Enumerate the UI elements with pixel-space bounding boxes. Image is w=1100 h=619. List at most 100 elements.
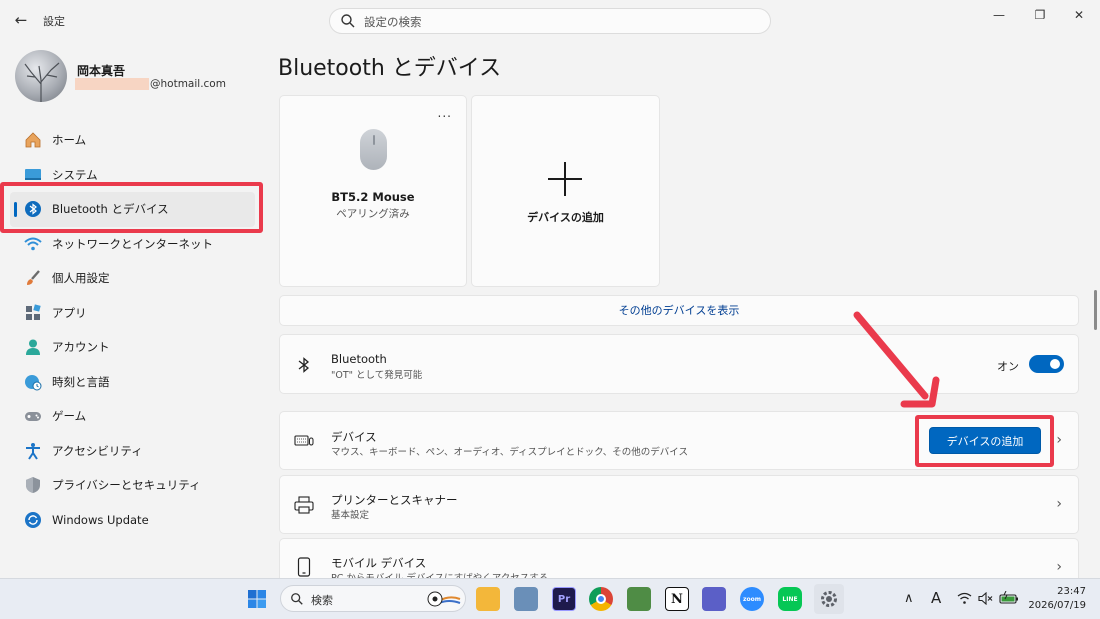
printers-row-subtitle: 基本設定 [331,510,370,521]
bluetooth-row-title: Bluetooth [331,352,387,366]
sidebar-item-label: システム [52,167,98,182]
minimize-button[interactable]: — [985,6,1013,24]
mouse-icon [360,129,387,170]
app-title: 設定 [43,15,65,28]
volume-muted-icon[interactable] [978,592,993,605]
apps-icon [23,303,43,323]
sidebar-item-label: 時刻と言語 [52,374,110,389]
sidebar-item-gaming[interactable]: ゲーム [10,399,255,434]
sidebar-item-label: Windows Update [52,512,149,527]
device-status: ペアリング済み [336,208,410,220]
annotation-highlight-sidebar [0,182,263,233]
device-card-mouse[interactable]: ... BT5.2 Mouse ペアリング済み [279,95,467,287]
close-button[interactable]: ✕ [1065,6,1093,24]
sidebar-item-label: 個人用設定 [52,271,110,286]
sidebar-item-label: プライバシーとセキュリティ [52,478,201,493]
printers-row-title: プリンターとスキャナー [331,493,458,507]
taskbar: 検索 Pr N zoom LINE ∧ A 23:47 2026/07/19 [0,578,1100,619]
printer-icon [294,495,314,515]
add-device-card-label: デバイスの追加 [527,211,604,224]
chrome-icon[interactable] [589,587,613,611]
brush-icon [23,268,43,288]
taskbar-search-label: 検索 [311,594,333,607]
title-bar: ← 設定 — ❐ ✕ [0,0,1100,40]
printers-setting-row[interactable]: プリンターとスキャナー 基本設定 › [279,475,1079,534]
sidebar-item-windows-update[interactable]: Windows Update [10,503,255,538]
chevron-right-icon: › [1056,559,1062,575]
devices-row-title: デバイス [331,430,377,444]
sidebar-item-apps[interactable]: アプリ [10,296,255,331]
accessibility-icon [23,441,43,461]
soccer-ball-icon [427,591,461,607]
page-title: Bluetooth とデバイス [278,56,502,81]
scrollbar-thumb[interactable] [1094,290,1097,330]
sidebar-item-label: アクセシビリティ [52,443,143,458]
sidebar-item-personalization[interactable]: 個人用設定 [10,261,255,296]
line-icon[interactable]: LINE [778,587,802,611]
sidebar-item-label: ゲーム [52,409,87,424]
sidebar-item-label: アプリ [52,305,87,320]
ime-indicator-icon[interactable]: A [931,589,941,607]
mobile-row-title: モバイル デバイス [331,556,427,570]
account-icon [23,337,43,357]
shield-icon [23,475,43,495]
network-icon [23,234,43,254]
phone-icon [294,557,314,577]
back-button[interactable]: ← [10,10,32,30]
home-icon [23,130,43,150]
globe-clock-icon [23,372,43,392]
sidebar-item-time-language[interactable]: 時刻と言語 [10,365,255,400]
tree-photo-icon [24,62,60,102]
sidebar-item-home[interactable]: ホーム [10,123,255,158]
sidebar-item-accounts[interactable]: アカウント [10,330,255,365]
bluetooth-setting-row: Bluetooth "OT" として発見可能 オン [279,334,1079,394]
keyboard-mouse-icon [294,431,314,451]
add-device-card[interactable]: デバイスの追加 [471,95,660,287]
email-redaction [75,78,149,90]
sidebar-item-accessibility[interactable]: アクセシビリティ [10,434,255,469]
maximize-button[interactable]: ❐ [1026,6,1054,24]
clock-date[interactable]: 2026/07/19 [1028,600,1086,611]
settings-search-input[interactable] [364,13,754,31]
photos-icon[interactable] [514,587,538,611]
annotation-arrow-icon [853,311,940,408]
devices-row-subtitle: マウス、キーボード、ペン、オーディオ、ディスプレイとドック、その他のデバイス [331,447,689,458]
chevron-right-icon: › [1056,496,1062,512]
sidebar-item-label: アカウント [52,340,110,355]
search-icon [291,593,303,605]
update-icon [23,510,43,530]
file-explorer-icon[interactable] [476,587,500,611]
clock-time[interactable]: 23:47 [1057,586,1086,597]
wifi-icon[interactable] [957,592,972,605]
sidebar-item-label: ホーム [52,133,87,148]
zoom-icon[interactable]: zoom [740,587,764,611]
toggle-state-label: オン [997,360,1019,373]
bluetooth-icon [294,355,314,375]
notion-icon[interactable]: N [665,587,689,611]
avatar[interactable] [15,50,67,102]
plus-icon [548,162,582,196]
mobile-devices-setting-row[interactable]: モバイル デバイス PC からモバイル デバイスにすばやくアクセスする › [279,538,1079,580]
profile-email: @hotmail.com [150,78,226,90]
taskbar-search[interactable]: 検索 [280,585,466,612]
device-name: BT5.2 Mouse [331,190,415,204]
sidebar-item-privacy-security[interactable]: プライバシーとセキュリティ [10,468,255,503]
more-options-icon[interactable]: ... [438,106,452,120]
view-more-devices-button[interactable]: その他のデバイスを表示 [279,295,1079,326]
premiere-pro-icon[interactable]: Pr [552,587,576,611]
sidebar-item-label: ネットワークとインターネット [52,236,213,251]
bluetooth-row-subtitle: "OT" として発見可能 [331,370,423,381]
teams-icon[interactable] [702,587,726,611]
battery-icon[interactable] [999,591,1019,605]
bluetooth-toggle[interactable] [1029,355,1064,373]
gamepad-icon [23,406,43,426]
search-icon [341,14,355,28]
settings-icon[interactable] [814,584,844,614]
chevron-right-icon: › [1056,432,1062,448]
paint-icon[interactable] [627,587,651,611]
tray-overflow-chevron-icon[interactable]: ∧ [904,591,914,606]
profile-name: 岡本真吾 [77,64,126,78]
settings-search-box[interactable] [329,8,771,34]
annotation-highlight-button [915,415,1054,467]
windows-start-icon[interactable] [245,587,269,611]
